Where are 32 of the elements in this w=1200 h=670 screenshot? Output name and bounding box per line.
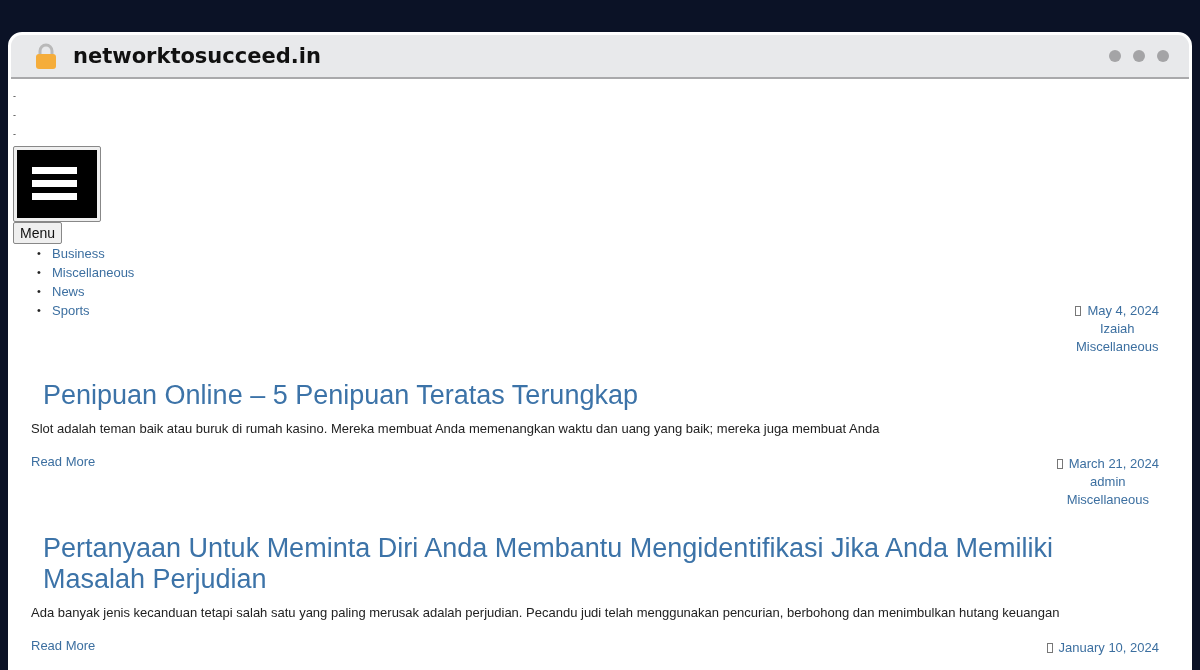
nav-link[interactable]: Business	[52, 244, 105, 263]
read-more-link[interactable]: Read More	[31, 638, 96, 653]
url-text: networktosucceed.in	[73, 44, 322, 68]
author-link[interactable]: admin	[1090, 473, 1126, 491]
post-date-link[interactable]: January 10, 2024	[1058, 639, 1159, 657]
hamburger-image-button[interactable]	[13, 146, 101, 222]
nav-link[interactable]: Sports	[52, 301, 90, 320]
post-excerpt: Slot adalah teman baik atau buruk di rumah kasino. Mereka membuat Anda memenangkan waktu dan uang yang baik; mereka juga membuat Anda	[31, 421, 881, 436]
post-excerpt: Ada banyak jenis kecanduan tetapi salah satu yang paling merusak adalah perjudian. Pecandu judi telah menggunakan pencurian, berbohong dan menimbulkan hutang keuangan	[31, 605, 1061, 620]
nav-link[interactable]: News	[52, 282, 85, 301]
bullet-text: •	[37, 303, 42, 318]
read-more-link[interactable]: Read More	[31, 454, 96, 469]
menu-button[interactable]: Menu	[13, 222, 63, 244]
category-link[interactable]: Miscellaneous	[1076, 338, 1159, 356]
bullet-text: •	[37, 265, 42, 280]
author-link[interactable]: Izaiah	[1099, 320, 1135, 338]
lock-icon	[35, 43, 57, 69]
post-date-link[interactable]: May 4, 2024	[1087, 302, 1159, 320]
window-dot-icon	[1109, 50, 1121, 62]
post-title-link[interactable]: Penipuan Online – 5 Penipuan Teratas Terungkap	[31, 380, 1159, 411]
dash-text: -	[13, 128, 17, 141]
post-title-link[interactable]: Pertanyaan Untuk Meminta Diri Anda Membantu Mengidentifikasi Jika Anda Memiliki Masalah Perjudian	[31, 533, 1159, 595]
window-dot-icon	[1133, 50, 1145, 62]
post-date-link[interactable]: March 21, 2024	[1068, 455, 1159, 473]
category-link[interactable]: Miscellaneous	[1066, 491, 1149, 509]
dash-text: -	[13, 90, 17, 103]
menu-icon	[17, 150, 97, 218]
bullet-text: •	[37, 284, 42, 299]
nav-link[interactable]: Miscellaneous	[52, 263, 135, 282]
dash-text: -	[13, 109, 17, 122]
window-dot-icon	[1157, 50, 1169, 62]
bullet-text: •	[37, 246, 42, 261]
